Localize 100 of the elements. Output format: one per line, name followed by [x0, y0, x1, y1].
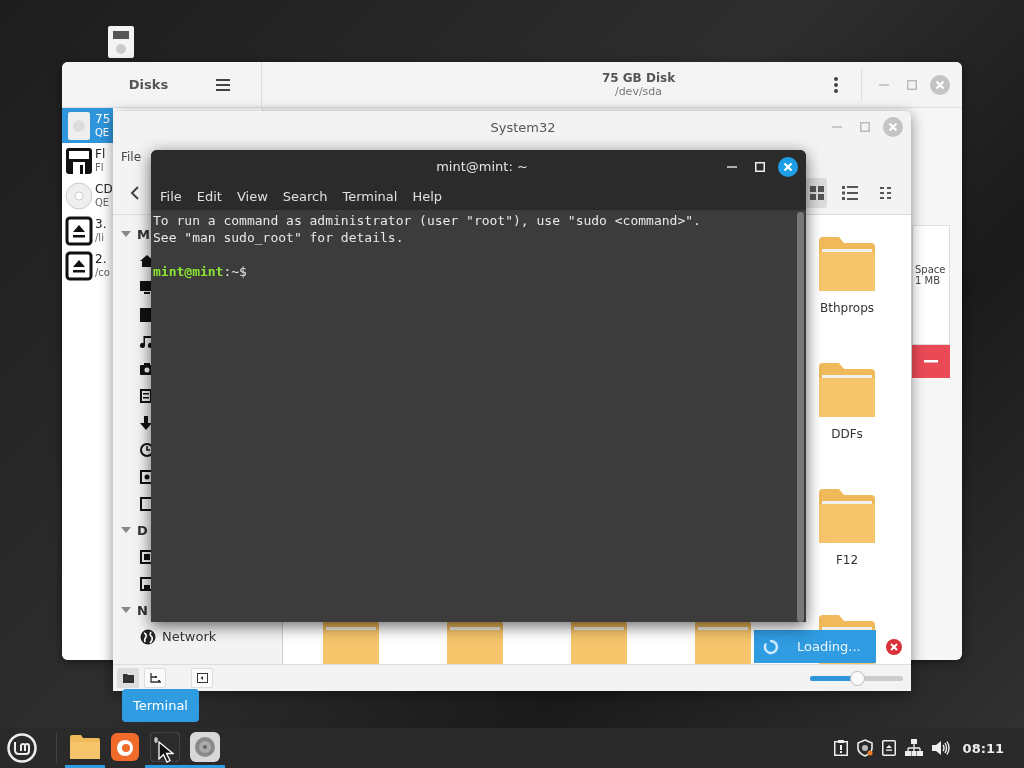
browser-icon [111, 732, 139, 761]
disk-path: /dev/sda [614, 85, 663, 98]
status-toggle-button[interactable] [117, 668, 139, 688]
close-icon [883, 117, 903, 137]
download-arrow-icon [140, 415, 152, 430]
zoom-slider[interactable] [810, 670, 903, 686]
drive-list-item[interactable]: 3. /li [62, 213, 113, 248]
clipboard-alert-icon[interactable] [833, 740, 848, 756]
drive-detail: QE [95, 125, 111, 140]
minimize-icon [879, 83, 889, 86]
folder-icon [819, 489, 875, 543]
tree-icon [149, 673, 161, 683]
status-toggle-button[interactable] [144, 668, 166, 688]
cancel-icon [885, 638, 902, 655]
drive-name: 2. [95, 251, 108, 266]
window-title: Disks [128, 77, 169, 92]
folder-name[interactable]: DDFs [831, 427, 863, 441]
menu-item[interactable]: File [121, 148, 142, 166]
drive-detail: Fl [95, 160, 105, 175]
close-icon [930, 74, 950, 95]
floppy-icon [65, 146, 93, 175]
disc-icon [65, 181, 93, 210]
sidebar-toggle-icon [196, 673, 208, 683]
drive-name: Fl [95, 146, 106, 161]
menu-item[interactable]: View [236, 189, 268, 204]
section-heading: N [137, 602, 148, 618]
tooltip: Terminal [122, 689, 199, 722]
drive-detail: /li [95, 230, 105, 245]
section-heading: D [137, 522, 148, 538]
kebab-icon [834, 76, 838, 93]
remove-partition-button[interactable] [912, 345, 950, 378]
minus-icon [924, 360, 938, 363]
terminal-output-line: To run a command as administrator (user "root"), use "sudo <command>". [153, 212, 702, 229]
list-view-icon [842, 185, 858, 200]
partition-size: 1 MB [915, 275, 941, 286]
loading-notification: Loading... [754, 630, 876, 663]
drive-list-item[interactable]: Fl Fl [62, 143, 113, 178]
window-title: System32 [489, 119, 557, 135]
expanded-triangle-icon[interactable] [121, 605, 131, 615]
drive-name: 75 [95, 111, 111, 126]
drive-list-item[interactable]: 2. /co [62, 248, 113, 283]
globe-icon [140, 628, 156, 645]
expanded-triangle-icon[interactable] [121, 525, 131, 535]
section-heading: M [137, 226, 150, 242]
minimize-icon [727, 165, 737, 168]
menu-icon [216, 78, 231, 91]
folder-icon [70, 734, 100, 759]
maximize-icon [755, 161, 765, 172]
partition-block[interactable]: Space 1 MB [912, 225, 950, 345]
drive-detail: QE [95, 195, 111, 210]
spinner-icon [763, 638, 779, 655]
clock-icon [140, 442, 154, 457]
chip-icon [140, 549, 154, 564]
expanded-triangle-icon[interactable] [121, 229, 131, 239]
eject-icon [65, 215, 93, 246]
prompt-path: :~$ [223, 264, 247, 279]
document-icon [140, 307, 152, 322]
menu-item[interactable]: Edit [196, 189, 222, 204]
maximize-icon [860, 122, 870, 132]
volume-icon[interactable] [931, 740, 950, 756]
floppy-icon [140, 576, 154, 591]
drive-detail: /co [95, 265, 110, 280]
shield-icon[interactable] [856, 739, 873, 757]
window-title: mint@mint: ~ [435, 159, 529, 174]
drive-list-item[interactable]: CD QE [62, 178, 113, 213]
compact-view-icon [880, 186, 892, 199]
eject-icon [65, 250, 93, 281]
desktop-file-icon [107, 25, 135, 59]
close-icon [778, 156, 798, 177]
menu-item[interactable]: Terminal [342, 189, 398, 204]
drive-name: 3. [95, 216, 107, 231]
status-toggle-button[interactable] [191, 668, 213, 688]
drive-icon [140, 469, 154, 484]
clock[interactable]: 08:11 [962, 740, 1004, 756]
folder-name[interactable]: F12 [835, 553, 859, 567]
folder-icon [819, 237, 875, 291]
film-icon [140, 388, 152, 403]
folder-icon [819, 363, 875, 417]
menu-item[interactable]: Search [282, 189, 328, 204]
disk-utility-icon [190, 731, 220, 762]
home-icon [140, 253, 154, 268]
mouse-pointer-icon [158, 741, 174, 763]
network-icon[interactable] [904, 739, 923, 757]
minimize-icon [832, 126, 842, 128]
partition-label: Space [915, 264, 947, 275]
sidebar-item[interactable]: Network [162, 629, 217, 644]
disk-drive-icon [65, 110, 93, 141]
prompt-user-host: mint@mint [153, 264, 224, 279]
drive-name: CD [95, 181, 113, 196]
eject-icon[interactable] [881, 740, 896, 756]
view-toggle-button[interactable] [806, 177, 827, 208]
scrollbar[interactable] [797, 212, 804, 622]
folder-name[interactable]: Bthprops [819, 301, 874, 315]
menu-item[interactable]: File [160, 189, 182, 204]
terminal-output-line: See "man sudo_root" for details. [153, 229, 405, 246]
maximize-icon [907, 79, 917, 90]
grid-view-icon [809, 185, 824, 200]
folder-small-icon [122, 673, 134, 683]
mint-logo-icon [7, 733, 37, 763]
menu-item[interactable]: Help [412, 189, 443, 204]
